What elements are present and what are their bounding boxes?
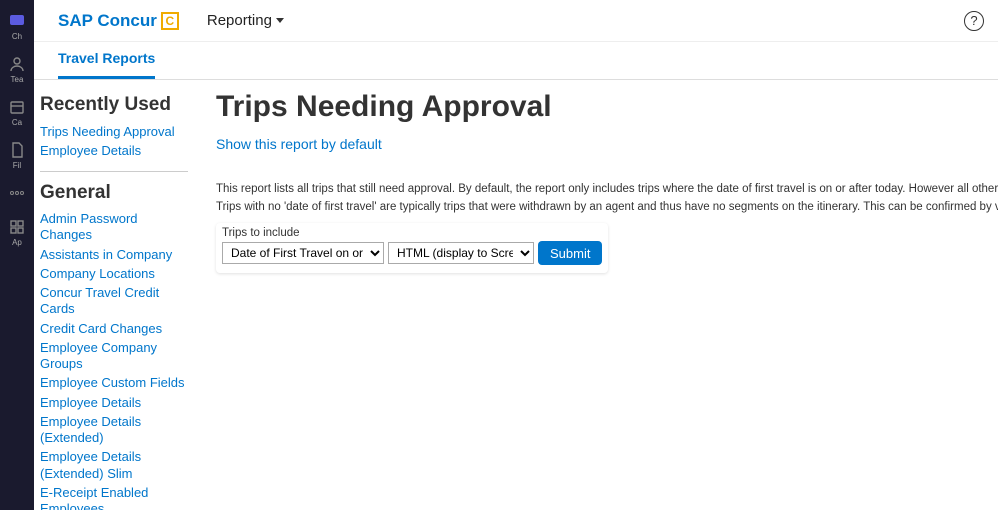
tab-bar: Travel Reports	[34, 42, 998, 80]
calendar-icon	[8, 98, 26, 116]
report-sidebar: Recently Used Trips Needing Approval Emp…	[34, 80, 196, 510]
teams-icon	[8, 55, 26, 73]
trips-to-include-label: Trips to include	[222, 227, 602, 239]
main-area: SAP Concur C Reporting ? Travel Reports …	[34, 0, 998, 510]
recently-used-heading: Recently Used	[40, 94, 188, 116]
rail-item-files[interactable]: Fil	[0, 133, 34, 176]
rail-item-chat[interactable]: Ch	[0, 4, 34, 47]
rail-label: Tea	[11, 75, 24, 84]
desc-line: Trips with no 'date of first travel' are…	[216, 200, 998, 216]
sidebar-link-general[interactable]: Employee Details (Extended) Slim	[40, 448, 188, 484]
sidebar-link-general[interactable]: Employee Custom Fields	[40, 374, 188, 393]
sidebar-link-general[interactable]: Concur Travel Credit Cards	[40, 284, 188, 320]
report-pane: Trips Needing Approval Show this report …	[196, 80, 998, 510]
apps-icon	[8, 218, 26, 236]
rail-item-teams[interactable]: Tea	[0, 47, 34, 90]
brand[interactable]: SAP Concur C	[58, 11, 179, 31]
sidebar-link-general[interactable]: Admin Password Changes	[40, 210, 188, 246]
report-form: Trips to include Date of First Travel on…	[216, 223, 608, 273]
rail-item-more[interactable]	[0, 176, 34, 210]
content-row: Recently Used Trips Needing Approval Emp…	[34, 80, 998, 510]
rail-label: Fil	[13, 161, 21, 170]
tab-travel-reports[interactable]: Travel Reports	[58, 42, 155, 79]
divider	[40, 171, 188, 172]
sidebar-link-general[interactable]: Credit Card Changes	[40, 319, 188, 338]
desc-line: This report lists all trips that still n…	[216, 182, 998, 198]
sidebar-link-general[interactable]: Employee Company Groups	[40, 338, 188, 374]
report-description: This report lists all trips that still n…	[216, 182, 998, 215]
sidebar-link-general[interactable]: Assistants in Company	[40, 245, 188, 264]
files-icon	[8, 141, 26, 159]
chat-icon	[8, 12, 26, 30]
output-format-select[interactable]: HTML (display to Screen)	[388, 242, 534, 264]
rail-label: Ca	[12, 118, 22, 127]
rail-label: Ch	[12, 32, 22, 41]
more-icon	[8, 184, 26, 202]
rail-label: Ap	[12, 238, 22, 247]
sidebar-link-general[interactable]: Company Locations	[40, 264, 188, 283]
sidebar-link-general[interactable]: Employee Details (Extended)	[40, 412, 188, 448]
submit-button[interactable]: Submit	[538, 241, 602, 265]
chevron-down-icon	[276, 18, 284, 23]
sidebar-link-general[interactable]: Employee Details	[40, 393, 188, 412]
brand-logo-icon: C	[161, 12, 179, 30]
sidebar-link-recent[interactable]: Employee Details	[40, 141, 188, 160]
help-icon[interactable]: ?	[964, 11, 984, 31]
reporting-menu[interactable]: Reporting	[207, 12, 284, 29]
rail-item-apps[interactable]: Ap	[0, 210, 34, 253]
sidebar-link-recent[interactable]: Trips Needing Approval	[40, 122, 188, 141]
page-title: Trips Needing Approval	[216, 90, 998, 124]
show-default-link[interactable]: Show this report by default	[216, 136, 382, 152]
app-left-rail: Ch Tea Ca Fil Ap	[0, 0, 34, 510]
general-heading: General	[40, 182, 188, 204]
sidebar-link-general[interactable]: E-Receipt Enabled Employees	[40, 483, 188, 510]
brand-text: SAP Concur	[58, 11, 157, 31]
header-bar: SAP Concur C Reporting ?	[34, 0, 998, 42]
menu-label: Reporting	[207, 12, 272, 29]
trips-to-include-select[interactable]: Date of First Travel on or After Today	[222, 242, 384, 264]
rail-item-calendar[interactable]: Ca	[0, 90, 34, 133]
